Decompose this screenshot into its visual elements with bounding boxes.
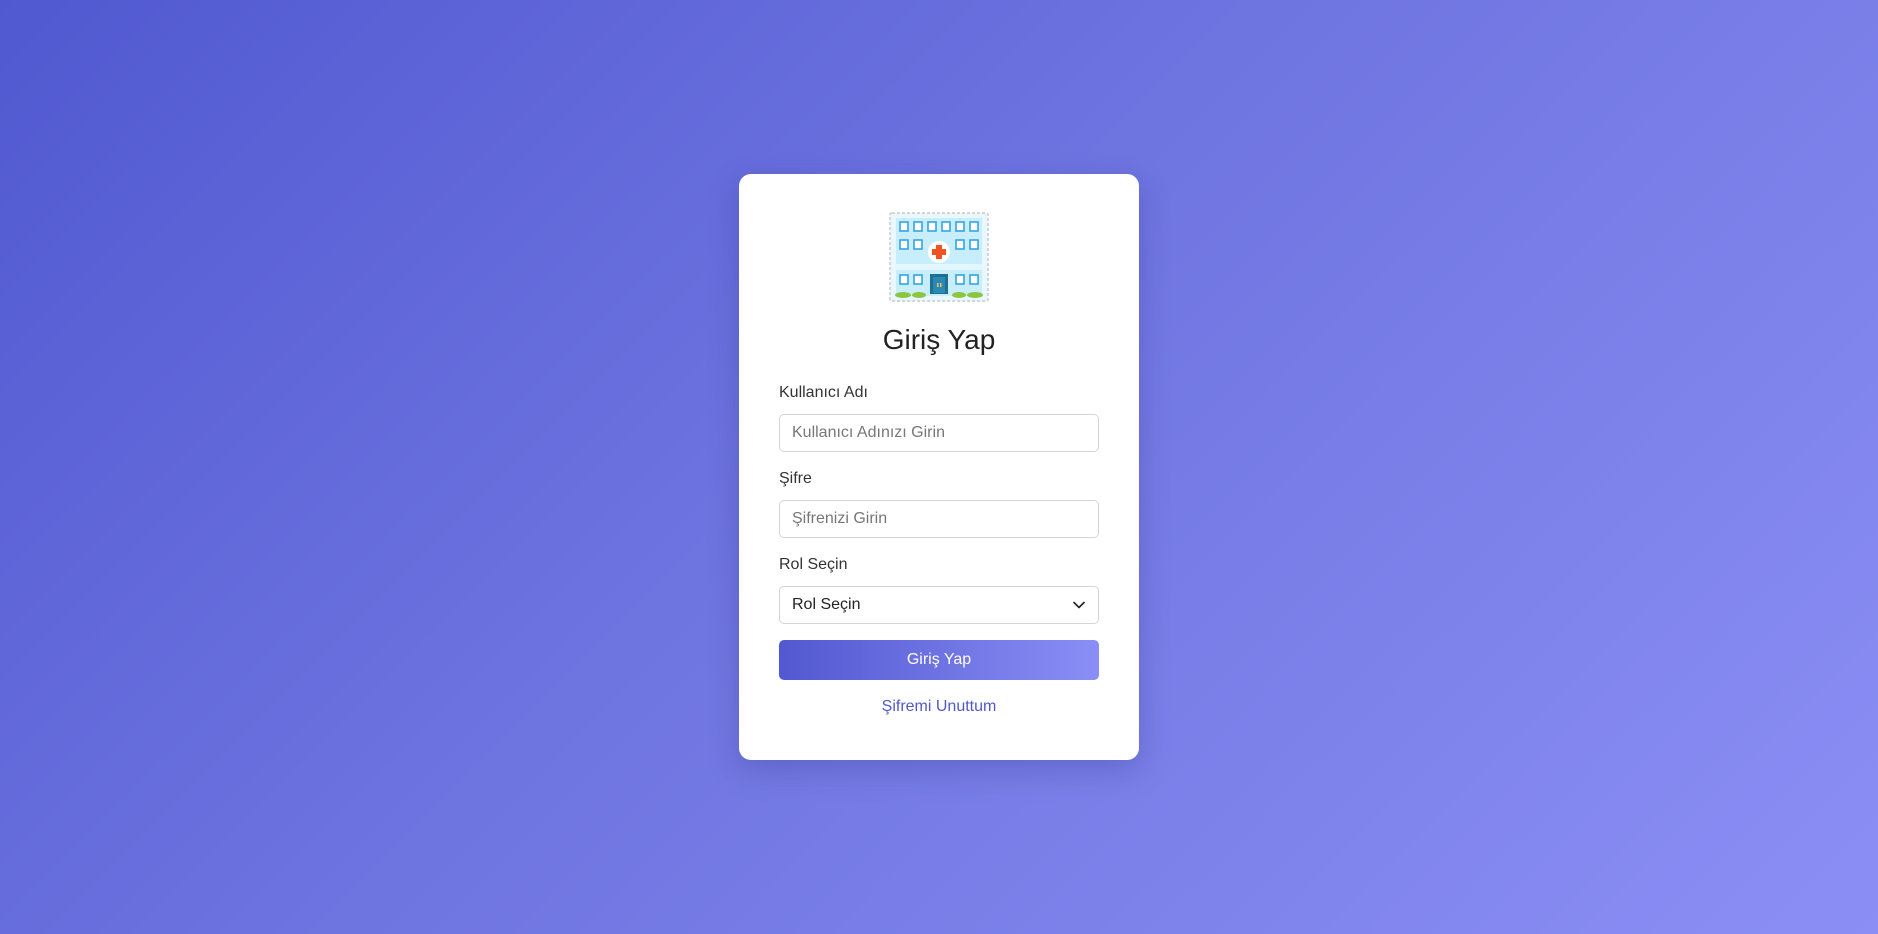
hospital-icon xyxy=(889,212,989,302)
role-select-value: Rol Seçin xyxy=(792,596,861,613)
chevron-down-icon xyxy=(1072,598,1086,612)
username-label: Kullanıcı Adı xyxy=(779,384,868,401)
password-label: Şifre xyxy=(779,470,812,487)
username-input[interactable] xyxy=(779,414,1099,452)
role-label: Rol Seçin xyxy=(779,556,848,573)
login-button[interactable]: Giriş Yap xyxy=(779,640,1099,680)
password-input[interactable] xyxy=(779,500,1099,538)
page-title: Giriş Yap xyxy=(882,324,996,355)
forgot-password-link[interactable]: Şifremi Unuttum xyxy=(739,698,1139,716)
login-card: Giriş Yap Kullanıcı Adı Şifre Rol Seçin … xyxy=(739,174,1139,760)
role-select[interactable]: Rol Seçin xyxy=(779,586,1099,624)
